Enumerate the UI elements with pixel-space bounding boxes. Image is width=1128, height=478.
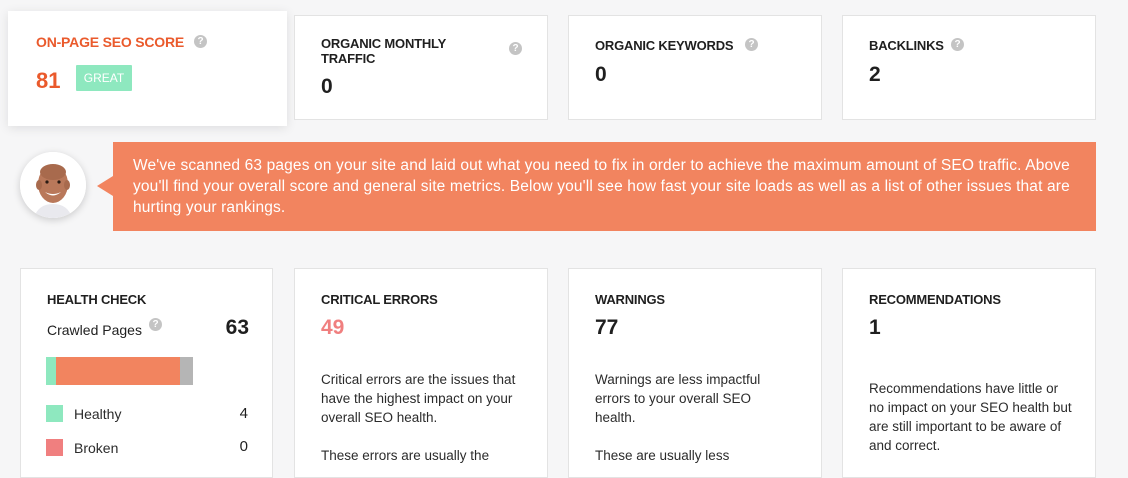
help-icon[interactable]: ? <box>149 318 162 331</box>
organic-traffic-value: 0 <box>321 75 333 98</box>
banner-arrow <box>97 176 113 196</box>
healthy-value: 4 <box>239 405 248 422</box>
scan-summary-banner: We've scanned 63 pages on your site and … <box>113 142 1096 231</box>
recommendations-label: RECOMMENDATIONS <box>869 292 1001 307</box>
critical-errors-description: Critical errors are the issues that have… <box>321 372 516 425</box>
recommendations-value: 1 <box>869 316 881 339</box>
score-status-badge: GREAT <box>76 65 132 91</box>
seo-score-value: 81 <box>36 68 61 93</box>
health-bar-other <box>180 357 193 385</box>
broken-label: Broken <box>74 440 119 456</box>
warnings-label: WARNINGS <box>595 292 665 307</box>
broken-value: 0 <box>239 438 248 455</box>
advisor-avatar <box>20 152 86 218</box>
backlinks-value: 2 <box>869 63 881 86</box>
healthy-swatch <box>46 405 63 422</box>
healthy-label: Healthy <box>74 406 122 422</box>
critical-errors-label: CRITICAL ERRORS <box>321 292 438 307</box>
broken-swatch <box>46 439 63 456</box>
help-icon[interactable]: ? <box>194 35 207 48</box>
help-icon[interactable]: ? <box>745 38 758 51</box>
organic-traffic-label: ORGANIC MONTHLY TRAFFIC <box>321 36 446 66</box>
seo-score-card: ON-PAGE SEO SCORE ? 81 GREAT <box>8 11 287 126</box>
organic-traffic-card: ORGANIC MONTHLY TRAFFIC ? 0 <box>294 15 548 120</box>
warnings-description: Warnings are less impactful errors to yo… <box>595 372 761 425</box>
organic-keywords-card: ORGANIC KEYWORDS ? 0 <box>568 15 822 120</box>
health-bar-errors <box>56 357 180 385</box>
critical-errors-value: 49 <box>321 316 345 339</box>
critical-errors-card[interactable]: CRITICAL ERRORS 49 Critical errors are t… <box>294 268 548 478</box>
backlinks-card: BACKLINKS ? 2 <box>842 15 1096 120</box>
recommendations-card[interactable]: RECOMMENDATIONS 1 Recommendations have l… <box>842 268 1096 478</box>
seo-score-label: ON-PAGE SEO SCORE <box>36 34 185 50</box>
organic-keywords-label: ORGANIC KEYWORDS <box>595 38 734 53</box>
recommendations-description: Recommendations have little or no impact… <box>869 381 1072 453</box>
organic-keywords-value: 0 <box>595 63 607 86</box>
crawled-pages-value: 63 <box>225 316 249 339</box>
health-bar <box>46 357 205 385</box>
warnings-card[interactable]: WARNINGS 77 Warnings are less impactful … <box>568 268 822 478</box>
crawled-pages-label: Crawled Pages <box>47 322 142 338</box>
health-check-label: HEALTH CHECK <box>47 292 147 307</box>
help-icon[interactable]: ? <box>951 38 964 51</box>
critical-errors-description-more: These errors are usually the <box>321 448 490 463</box>
backlinks-label: BACKLINKS <box>869 38 944 53</box>
warnings-description-more: These are usually less <box>595 448 730 463</box>
help-icon[interactable]: ? <box>509 42 522 55</box>
warnings-value: 77 <box>595 316 619 339</box>
health-bar-healthy <box>46 357 56 385</box>
